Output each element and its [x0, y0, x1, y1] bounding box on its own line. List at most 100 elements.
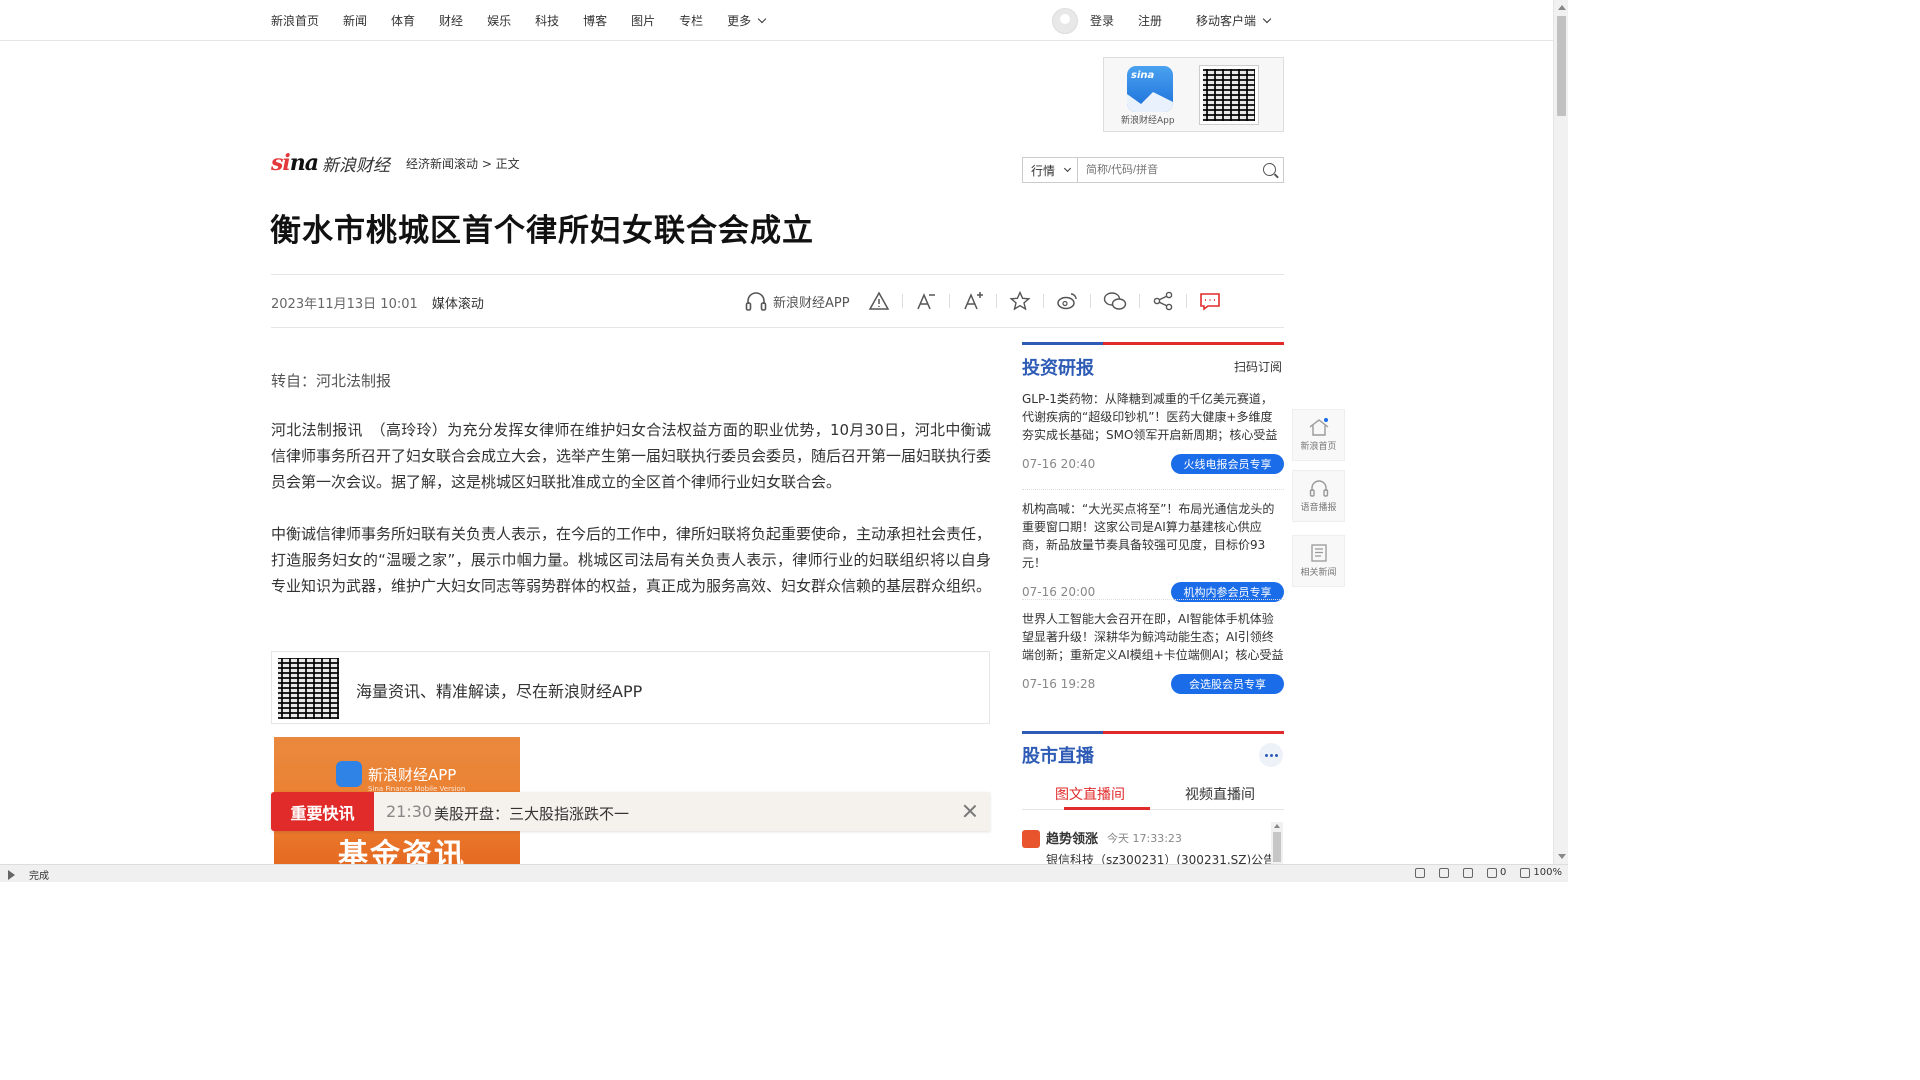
- research-item: 机构高喊：“大光买点将至”！布局光通信龙头的重要窗口期！这家公司是AI算力基建核…: [1022, 500, 1284, 604]
- live-scrollbar[interactable]: [1271, 822, 1283, 864]
- research-item-date: 07-16 20:00: [1022, 585, 1096, 599]
- member-button[interactable]: 火线电报会员专享: [1171, 454, 1284, 474]
- notification-dot: [1324, 418, 1328, 422]
- mobile-client-menu[interactable]: 移动客户端: [1196, 12, 1272, 29]
- register-link[interactable]: 注册: [1138, 12, 1162, 29]
- font-smaller-button[interactable]: [915, 287, 937, 315]
- zoom-icon[interactable]: [1520, 867, 1531, 878]
- share-wechat-button[interactable]: [1103, 287, 1127, 315]
- active-tab-indicator: [1064, 807, 1150, 810]
- breadcrumb[interactable]: 经济新闻滚动 > 正文: [406, 155, 520, 172]
- comment-button[interactable]: [1199, 287, 1221, 315]
- side-home-label: 新浪首页: [1300, 442, 1337, 452]
- share-button[interactable]: [1152, 287, 1174, 315]
- research-item-text[interactable]: 世界人工智能大会召开在即，AI智能体手机体验望显著升级！深耕华为鲸鸿动能生态；A…: [1022, 610, 1284, 664]
- scroll-up-arrow-icon[interactable]: [1274, 824, 1280, 828]
- qr-code-icon: [1199, 65, 1259, 125]
- divider: [1138, 294, 1140, 308]
- research-item-date: 07-16 20:40: [1022, 457, 1096, 471]
- research-item-text[interactable]: 机构高喊：“大光买点将至”！布局光通信龙头的重要窗口期！这家公司是AI算力基建核…: [1022, 500, 1284, 572]
- article-meta: 2023年11月13日 10:01 媒体滚动: [271, 293, 484, 312]
- research-item-text[interactable]: GLP-1类药物：从降糖到减重的千亿美元赛道，代谢疾病的“超级印钞机”！医药大健…: [1022, 390, 1284, 444]
- nav-tech[interactable]: 科技: [535, 12, 559, 29]
- app-listen-button[interactable]: 新浪财经APP: [745, 287, 850, 315]
- divider: [271, 327, 1284, 328]
- mobile-client-label: 移动客户端: [1196, 14, 1257, 28]
- shield-icon[interactable]: [1415, 867, 1426, 878]
- nav-sports[interactable]: 体育: [391, 12, 415, 29]
- status-text: 完成: [29, 871, 49, 882]
- share-icon: [1153, 291, 1172, 311]
- star-icon: [1009, 291, 1031, 311]
- live-section-rule: [1022, 731, 1284, 734]
- app-logo-icon: sina: [1127, 66, 1173, 112]
- scroll-down-arrow-icon[interactable]: [1558, 854, 1566, 859]
- nav-column[interactable]: 专栏: [679, 12, 703, 29]
- nav-photo[interactable]: 图片: [631, 12, 655, 29]
- host-avatar-icon: [1022, 830, 1040, 848]
- close-icon[interactable]: [962, 803, 978, 819]
- search-type-select[interactable]: 行情: [1023, 158, 1078, 182]
- divider: [1022, 489, 1284, 490]
- lock-icon[interactable]: [1463, 867, 1474, 878]
- side-related-button[interactable]: 相关新闻: [1292, 535, 1345, 587]
- speaker-icon[interactable]: [1439, 867, 1450, 878]
- search-type-label: 行情: [1031, 163, 1056, 178]
- tab-video-live[interactable]: 视频直播间: [1185, 784, 1255, 804]
- nav-finance[interactable]: 财经: [439, 12, 463, 29]
- search-icon[interactable]: [1263, 163, 1276, 176]
- nav-ent[interactable]: 娱乐: [487, 12, 511, 29]
- app-download-promo[interactable]: sina 新浪财经App: [1103, 57, 1284, 132]
- more-options-button[interactable]: [1259, 743, 1283, 767]
- play-icon[interactable]: [8, 869, 15, 880]
- breaking-text[interactable]: 美股开盘：三大股指涨跌不一: [434, 803, 629, 824]
- live-host-name: 趋势领涨: [1046, 832, 1099, 847]
- chevron-down-icon: [1262, 14, 1272, 24]
- scroll-up-arrow-icon[interactable]: [1558, 5, 1566, 10]
- avatar[interactable]: [1052, 7, 1078, 34]
- adblock-icon[interactable]: [1487, 867, 1498, 878]
- sina-logo[interactable]: sina: [271, 150, 319, 176]
- headphones-icon: [745, 292, 767, 311]
- share-weibo-button[interactable]: [1056, 287, 1078, 315]
- font-larger-button[interactable]: [962, 287, 984, 315]
- zoom-level: 100%: [1533, 867, 1562, 878]
- side-related-label: 相关新闻: [1300, 568, 1337, 578]
- block-count: 0: [1500, 867, 1507, 878]
- warning-icon: [868, 291, 889, 310]
- user-area: 登录 注册 移动客户端: [1052, 0, 1294, 41]
- browser-page: 新浪首页 新闻 体育 财经 娱乐 科技 博客 图片 专栏 更多 登录 注册 移动…: [0, 0, 1568, 882]
- nav-news[interactable]: 新闻: [343, 12, 367, 29]
- research-title[interactable]: 投资研报: [1022, 354, 1094, 380]
- site-header: sina 新浪财经 经济新闻滚动 > 正文: [271, 148, 520, 178]
- live-title[interactable]: 股市直播: [1022, 742, 1094, 768]
- page-scrollbar[interactable]: [1553, 0, 1568, 864]
- favorite-button[interactable]: [1009, 287, 1031, 315]
- top-nav-links: 新浪首页 新闻 体育 财经 娱乐 科技 博客 图片 专栏 更多: [271, 0, 789, 41]
- search-input[interactable]: [1078, 164, 1248, 176]
- member-button[interactable]: 会选股会员专享: [1171, 674, 1284, 694]
- divider: [1089, 294, 1091, 308]
- finance-logo[interactable]: 新浪财经: [322, 151, 390, 176]
- chevron-down-icon: [757, 14, 767, 24]
- live-tabs: 图文直播间 视频直播间: [1022, 778, 1284, 810]
- research-subscribe-link[interactable]: 扫码订阅: [1234, 358, 1282, 375]
- breaking-news-bar[interactable]: 重要快讯 21:30 美股开盘：三大股指涨跌不一: [271, 792, 990, 831]
- scroll-thumb[interactable]: [1273, 832, 1281, 862]
- document-icon: [1310, 544, 1327, 562]
- divider: [948, 294, 950, 308]
- report-button[interactable]: [868, 287, 890, 315]
- nav-home[interactable]: 新浪首页: [271, 12, 319, 29]
- side-voice-button[interactable]: 语音播报: [1292, 470, 1345, 522]
- promo-headline: 基金资讯: [338, 838, 466, 864]
- breaking-time: 21:30: [386, 802, 433, 821]
- login-link[interactable]: 登录: [1090, 12, 1114, 29]
- nav-more-button[interactable]: 更多: [727, 12, 767, 29]
- side-home-button[interactable]: 新浪首页: [1292, 409, 1345, 461]
- tab-text-live[interactable]: 图文直播间: [1055, 784, 1125, 804]
- scroll-thumb[interactable]: [1557, 16, 1566, 116]
- research-section-rule: [1022, 342, 1284, 345]
- app-promo-box[interactable]: 海量资讯、精准解读，尽在新浪财经APP: [271, 651, 990, 724]
- article-source[interactable]: 媒体滚动: [432, 297, 484, 312]
- nav-blog[interactable]: 博客: [583, 12, 607, 29]
